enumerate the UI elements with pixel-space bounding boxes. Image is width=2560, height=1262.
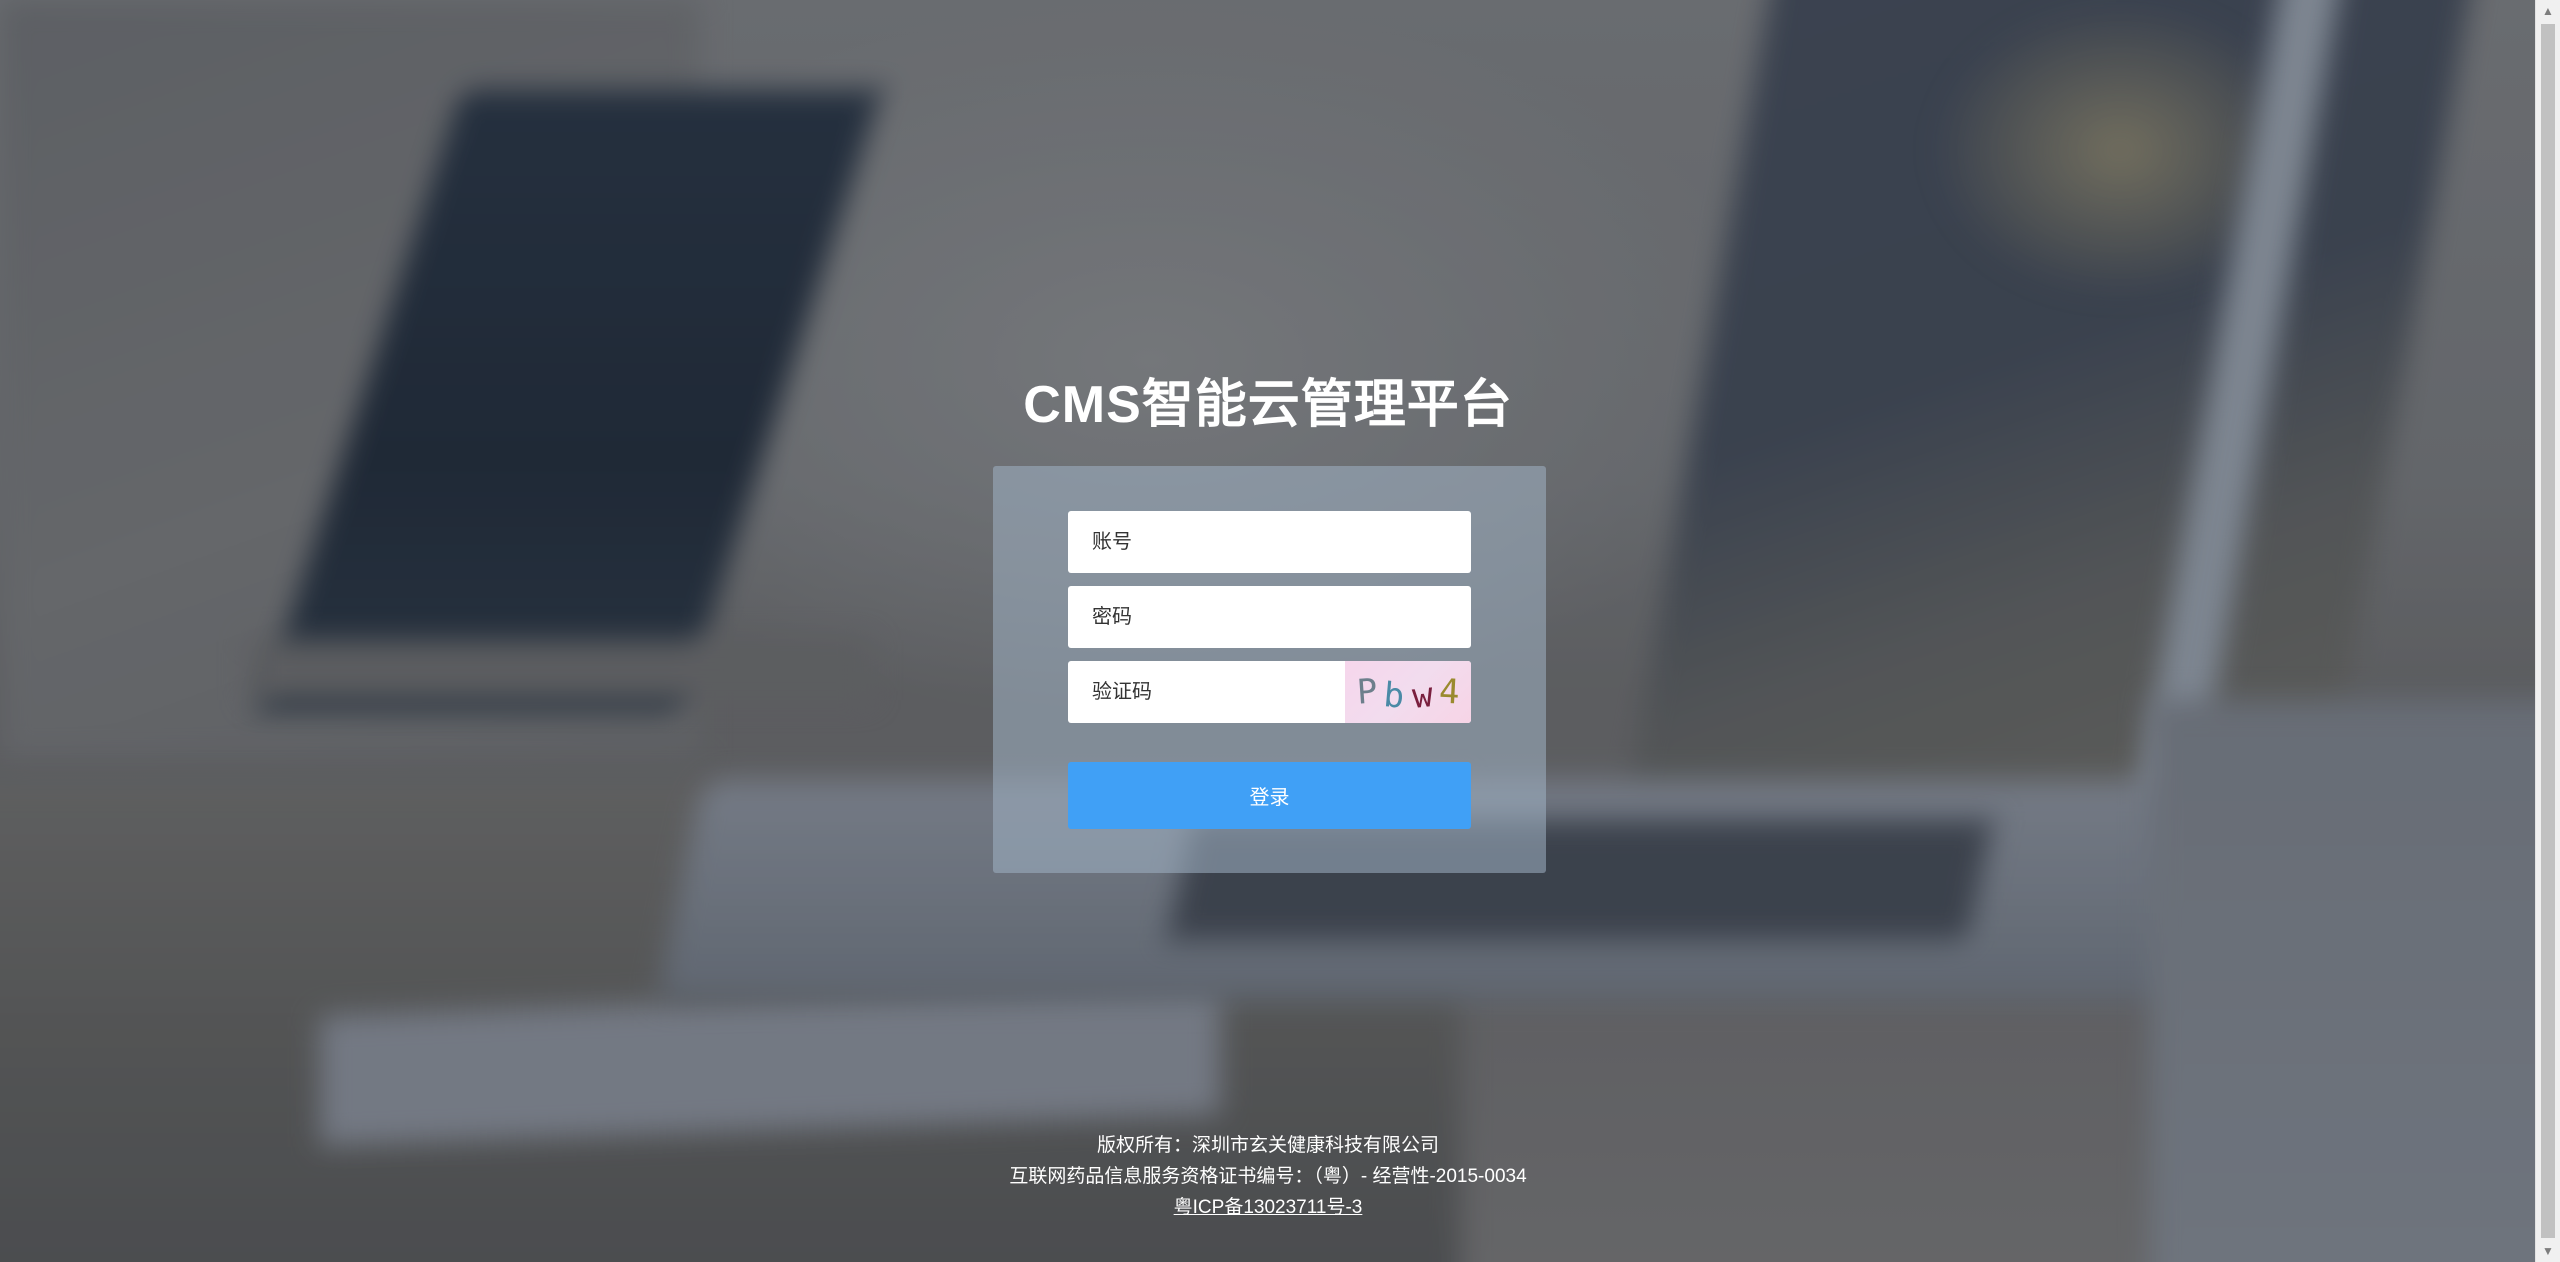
username-input[interactable]	[1068, 511, 1471, 573]
login-form: P b w 4 登录	[993, 466, 1546, 873]
captcha-char: b	[1381, 675, 1406, 717]
captcha-char: 4	[1437, 671, 1461, 713]
footer-copyright: 版权所有：深圳市玄关健康科技有限公司	[1096, 1135, 1439, 1156]
captcha-input[interactable]	[1068, 661, 1343, 723]
scrollbar-thumb[interactable]	[2541, 24, 2555, 1238]
footer-icp-link[interactable]: 粤ICP备13023711号-3	[1174, 1197, 1363, 1218]
scroll-down-arrow-icon[interactable]: ▼	[2536, 1240, 2560, 1262]
password-input[interactable]	[1068, 586, 1471, 648]
footer-license: 互联网药品信息服务资格证书编号：（粤）- 经营性-2015-0034	[1009, 1166, 1527, 1187]
footer: 版权所有：深圳市玄关健康科技有限公司 互联网药品信息服务资格证书编号：（粤）- …	[0, 1130, 2536, 1223]
captcha-char: P	[1355, 671, 1379, 713]
username-field-wrapper	[1068, 511, 1471, 573]
captcha-char: w	[1409, 675, 1435, 717]
page-title: CMS智能云管理平台	[1023, 376, 1513, 434]
scroll-up-arrow-icon[interactable]: ▲	[2536, 0, 2560, 22]
captcha-image[interactable]: P b w 4	[1345, 661, 1471, 723]
login-page: CMS智能云管理平台 P b w 4 登录 版权所有：深圳市玄关健康科技有限公司…	[0, 0, 2560, 1262]
captcha-field-wrapper: P b w 4	[1068, 661, 1471, 723]
vertical-scrollbar[interactable]: ▲ ▼	[2535, 0, 2560, 1262]
password-field-wrapper	[1068, 586, 1471, 648]
login-button[interactable]: 登录	[1068, 762, 1471, 829]
